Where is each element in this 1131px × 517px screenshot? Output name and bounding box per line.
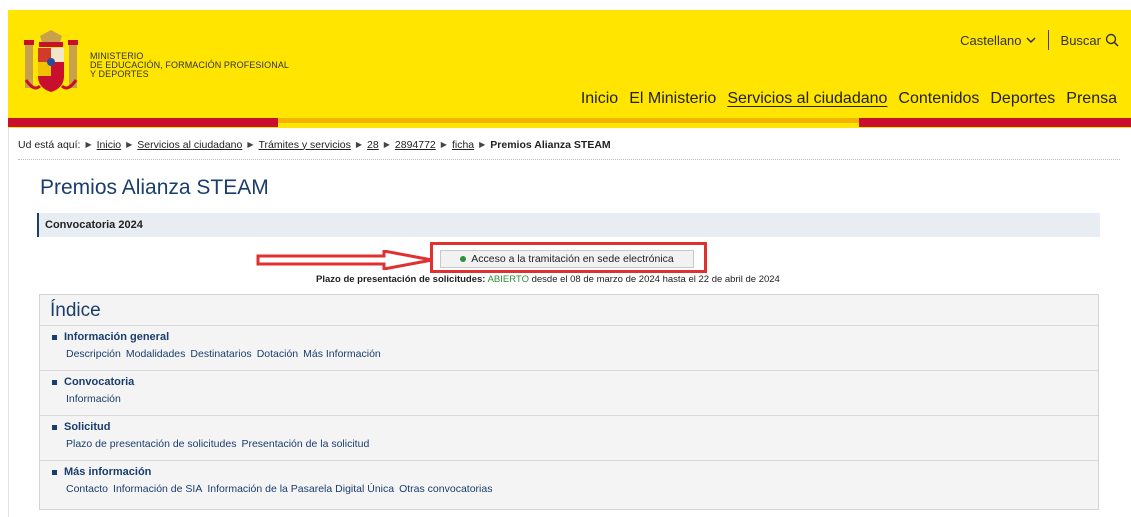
breadcrumb-link-28[interactable]: 28: [367, 139, 379, 151]
site-header: MINISTERIO DE EDUCACIÓN, FORMACIÓN PROFE…: [8, 10, 1131, 128]
square-bullet-icon: [52, 334, 57, 340]
gold-bar-middle: [278, 118, 859, 123]
link-otras-convocatorias[interactable]: Otras convocatorias: [399, 483, 492, 495]
link-modalidades[interactable]: Modalidades: [126, 348, 186, 360]
status-dot-icon: [460, 256, 467, 262]
breadcrumb-current: Premios Alianza STEAM: [490, 138, 611, 151]
access-button-label: Acceso a la tramitación en sede electrón…: [471, 253, 674, 265]
top-utility-bar: Castellano Buscar: [960, 30, 1119, 50]
link-dotacion[interactable]: Dotación: [257, 348, 298, 360]
link-mas-informacion[interactable]: Más Información: [303, 348, 381, 360]
page-title: Premios Alianza STEAM: [40, 176, 269, 199]
breadcrumb-arrow-icon: ▶: [85, 140, 92, 149]
deadline-text: Plazo de presentación de solicitudes: AB…: [316, 274, 780, 285]
breadcrumb-arrow-icon: ▶: [355, 140, 363, 149]
language-selector[interactable]: Castellano: [960, 33, 1047, 48]
breadcrumb: Ud está aquí: ▶ Inicio ▶ Servicios al ci…: [18, 136, 1120, 160]
main-navigation: Inicio El Ministerio Servicios al ciudad…: [581, 90, 1117, 108]
breadcrumb-link-servicios[interactable]: Servicios al ciudadano: [137, 139, 242, 151]
link-presentacion-solicitud[interactable]: Presentación de la solicitud: [241, 438, 369, 450]
deadline-status-badge: ABIERTO: [487, 274, 529, 285]
square-bullet-icon: [52, 469, 57, 475]
red-bar-left: [8, 118, 278, 127]
breadcrumb-arrow-icon: ▶: [126, 140, 133, 149]
link-informacion[interactable]: Información: [66, 393, 121, 405]
index-title: Índice: [40, 295, 1098, 326]
breadcrumb-arrow-icon: ▶: [479, 140, 486, 149]
red-bar-right: [859, 118, 1131, 127]
breadcrumb-arrow-icon: ▶: [247, 140, 254, 149]
ministry-name: MINISTERIO DE EDUCACIÓN, FORMACIÓN PROFE…: [90, 51, 290, 79]
page-left-border: [8, 128, 9, 517]
section-title[interactable]: Información general: [64, 331, 169, 343]
square-bullet-icon: [52, 379, 57, 385]
search-label: Buscar: [1060, 32, 1101, 48]
index-section-informacion-general: Información general Descripción Modalida…: [40, 326, 1098, 371]
deadline-label: Plazo de presentación de solicitudes:: [316, 274, 486, 285]
breadcrumb-arrow-icon: ▶: [383, 140, 390, 149]
index-section-mas-informacion: Más información Contacto Información de …: [40, 461, 1098, 506]
breadcrumb-link-ficha[interactable]: ficha: [452, 139, 474, 151]
annotation-arrow-icon: [256, 250, 433, 270]
search-icon: [1105, 33, 1119, 47]
utility-separator: [1047, 30, 1049, 50]
link-informacion-sia[interactable]: Información de SIA: [113, 483, 202, 495]
index-panel: Índice Información general Descripción M…: [39, 294, 1099, 510]
link-destinatarios[interactable]: Destinatarios: [190, 348, 251, 360]
link-plazo-presentacion[interactable]: Plazo de presentación de solicitudes: [66, 438, 236, 450]
section-title[interactable]: Más información: [64, 466, 151, 478]
nav-contenidos[interactable]: Contenidos: [898, 90, 979, 108]
coat-of-arms-logo[interactable]: [22, 30, 80, 100]
header-color-bars: [8, 118, 1131, 128]
breadcrumb-link-tramites[interactable]: Trámites y servicios: [259, 139, 351, 151]
link-descripcion[interactable]: Descripción: [66, 348, 121, 360]
link-contacto[interactable]: Contacto: [66, 483, 108, 495]
convocatoria-heading: Convocatoria 2024: [37, 213, 1100, 237]
link-pasarela-digital[interactable]: Información de la Pasarela Digital Única: [207, 483, 394, 495]
index-section-solicitud: Solicitud Plazo de presentación de solic…: [40, 416, 1098, 461]
search-button[interactable]: Buscar: [1061, 33, 1119, 48]
square-bullet-icon: [52, 424, 57, 430]
breadcrumb-link-inicio[interactable]: Inicio: [97, 139, 122, 151]
sede-electronica-access-button[interactable]: Acceso a la tramitación en sede electrón…: [440, 250, 694, 268]
deadline-dates: desde el 08 de marzo de 2024 hasta el 22…: [531, 274, 780, 285]
index-section-convocatoria: Convocatoria Información: [40, 371, 1098, 416]
section-title[interactable]: Solicitud: [64, 421, 110, 433]
nav-servicios-al-ciudadano[interactable]: Servicios al ciudadano: [727, 90, 887, 108]
nav-inicio[interactable]: Inicio: [581, 90, 618, 108]
chevron-down-icon: [1026, 37, 1036, 44]
breadcrumb-prefix: Ud está aquí:: [18, 138, 81, 151]
nav-prensa[interactable]: Prensa: [1066, 90, 1117, 108]
language-label: Castellano: [960, 32, 1022, 48]
nav-el-ministerio[interactable]: El Ministerio: [629, 90, 716, 108]
breadcrumb-link-2894772[interactable]: 2894772: [395, 139, 436, 151]
section-title[interactable]: Convocatoria: [64, 376, 134, 388]
breadcrumb-arrow-icon: ▶: [440, 140, 447, 149]
nav-deportes[interactable]: Deportes: [990, 90, 1055, 108]
